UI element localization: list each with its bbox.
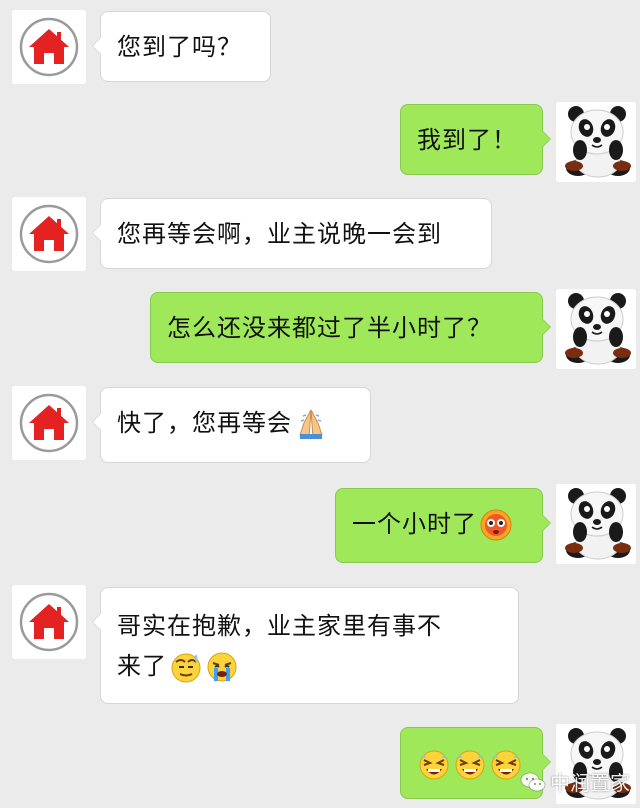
tired-face-emoji bbox=[453, 748, 487, 782]
contact-avatar[interactable] bbox=[12, 197, 86, 271]
contact-avatar[interactable] bbox=[12, 10, 86, 84]
message-text-line: 哥实在抱歉，业主家里有事不 bbox=[117, 612, 442, 640]
watermark-text: 中润置家 bbox=[550, 771, 630, 795]
outgoing-message-bubble[interactable]: 一个小时了 bbox=[335, 488, 551, 563]
message-text: 您再等会啊，业主说晚一会到 bbox=[117, 220, 442, 248]
my-avatar[interactable] bbox=[556, 289, 636, 369]
contact-avatar[interactable] bbox=[12, 585, 86, 659]
chat-area[interactable]: 您到了吗？ 我到了！ 您再等会啊，业主说晚一会到 怎么还没来都过了半小时了？ 快… bbox=[0, 0, 640, 808]
incoming-message-bubble[interactable]: 您再等会啊，业主说晚一会到 bbox=[92, 198, 492, 269]
watermark: 中润置家 bbox=[520, 767, 630, 796]
flushed-face-emoji bbox=[479, 508, 513, 542]
panda-icon bbox=[556, 484, 636, 564]
house-icon bbox=[12, 386, 86, 460]
my-avatar[interactable] bbox=[556, 484, 636, 564]
contact-avatar[interactable] bbox=[12, 386, 86, 460]
incoming-message-bubble[interactable]: 快了，您再等会 bbox=[92, 387, 371, 463]
message-text: 快了，您再等会 bbox=[117, 409, 292, 437]
outgoing-message-bubble[interactable]: 我到了！ bbox=[400, 104, 551, 175]
house-icon bbox=[12, 585, 86, 659]
outgoing-message-bubble[interactable]: 怎么还没来都过了半小时了？ bbox=[150, 292, 551, 363]
message-text: 我到了！ bbox=[417, 126, 517, 154]
my-avatar[interactable] bbox=[556, 102, 636, 182]
wechat-icon bbox=[520, 772, 546, 791]
crying-face-emoji bbox=[205, 650, 239, 684]
message-text-line: 来了 bbox=[117, 646, 502, 686]
tired-face-emoji bbox=[417, 748, 451, 782]
message-text: 怎么还没来都过了半小时了？ bbox=[167, 314, 492, 342]
incoming-message-bubble[interactable]: 哥实在抱歉，业主家里有事不 来了 bbox=[92, 587, 519, 704]
message-text: 一个小时了 bbox=[352, 510, 477, 538]
folded-hands-emoji bbox=[294, 407, 328, 441]
panda-icon bbox=[556, 289, 636, 369]
house-icon bbox=[12, 10, 86, 84]
message-text: 您到了吗？ bbox=[117, 33, 242, 61]
tired-face-emoji bbox=[489, 748, 523, 782]
house-icon bbox=[12, 197, 86, 271]
incoming-message-bubble[interactable]: 您到了吗？ bbox=[92, 11, 271, 82]
sweat-face-emoji bbox=[169, 650, 203, 684]
panda-icon bbox=[556, 102, 636, 182]
